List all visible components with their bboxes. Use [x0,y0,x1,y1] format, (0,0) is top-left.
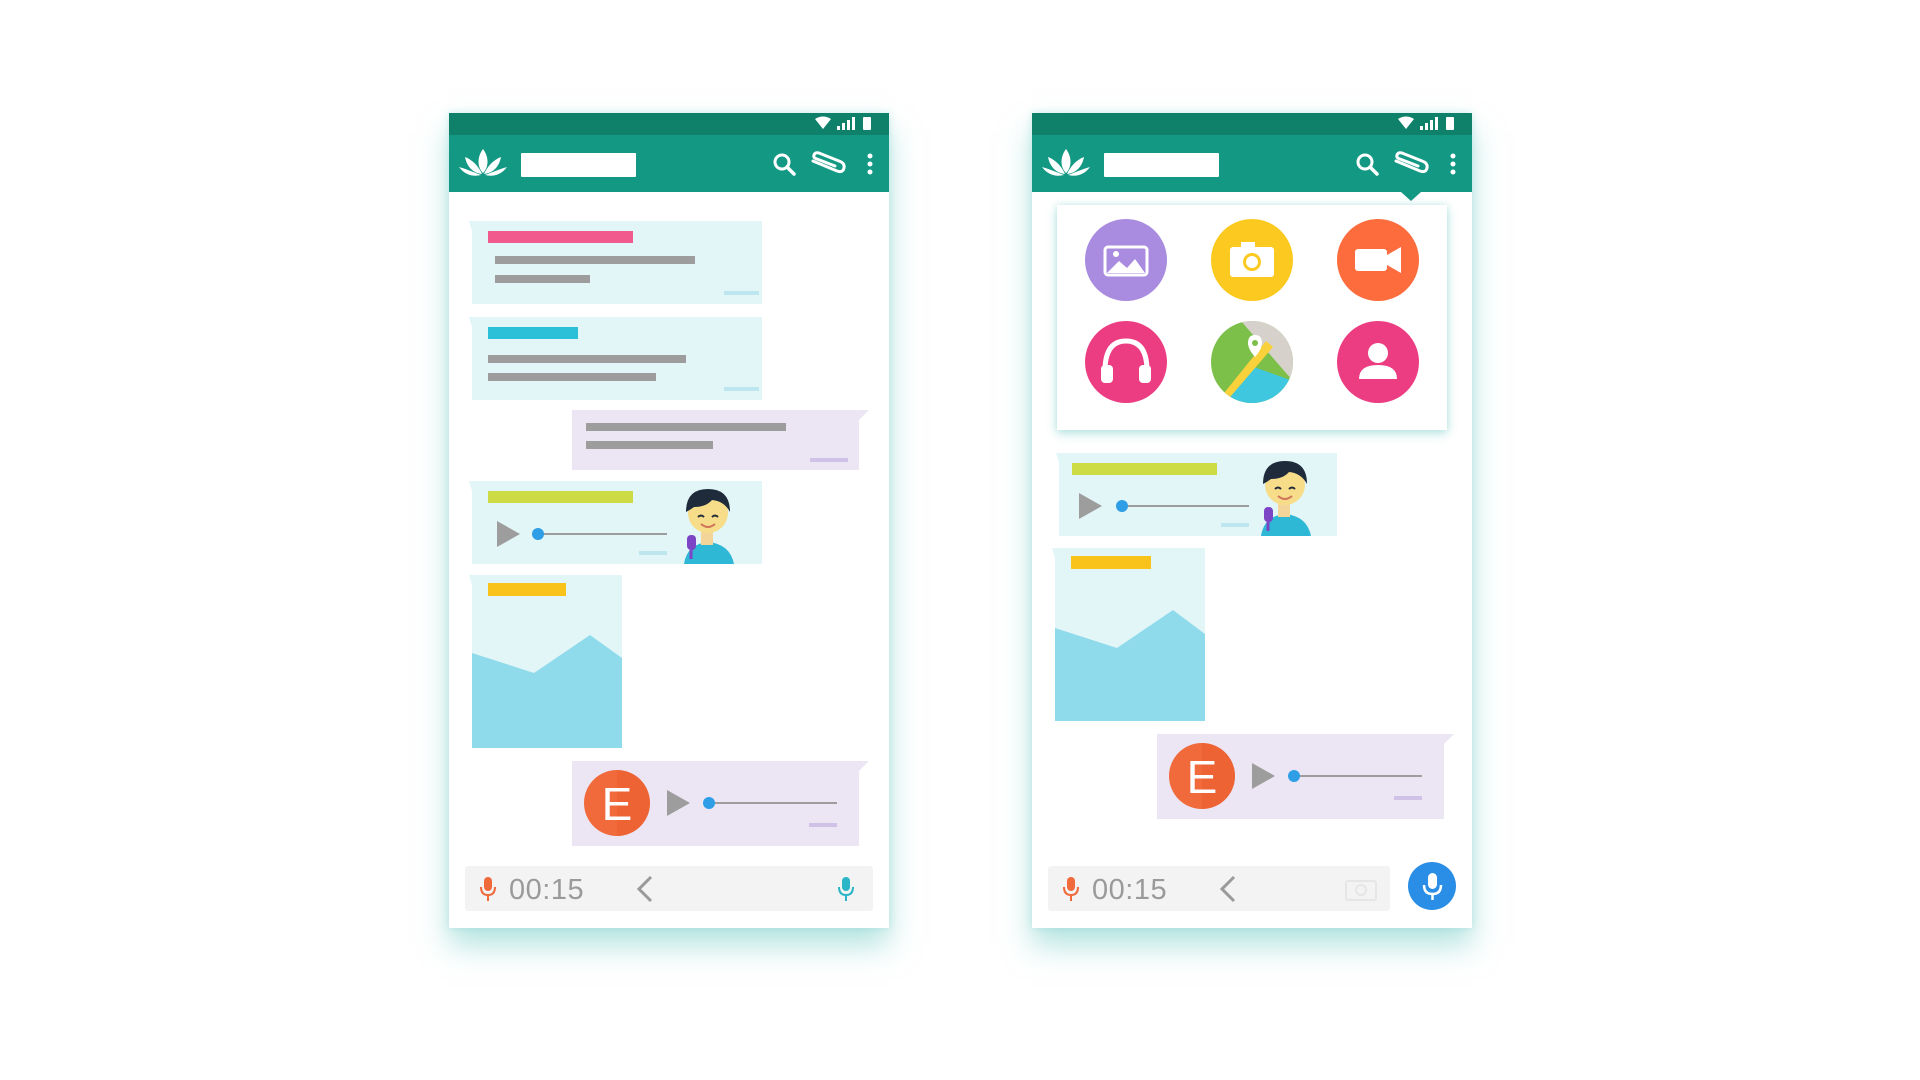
attach-gallery-button[interactable] [1085,219,1167,301]
status-icons [1398,116,1454,130]
status-bar [449,113,889,135]
attach-audio-button[interactable] [1085,321,1167,403]
recording-timer: 00:15 [1092,874,1168,906]
attach-menu-caret [1401,192,1421,201]
outgoing-voice-message[interactable]: E [572,761,869,846]
status-bar [1032,113,1472,135]
chat-title-placeholder [1104,153,1219,177]
incoming-voice-message[interactable] [462,479,762,564]
lotus-logo-icon [1042,149,1090,176]
attach-contact-button[interactable] [1337,321,1419,403]
voice-recording-bar[interactable]: 00:15 [1048,866,1390,911]
incoming-voice-message[interactable] [1049,451,1337,536]
slide-to-cancel-chevron-icon[interactable] [635,874,655,904]
paperclip-icon[interactable] [1390,149,1432,179]
attach-location-button[interactable] [1211,321,1293,403]
mic-icon[interactable] [837,876,855,902]
phone-screen-right: E 00:15 [1032,113,1472,928]
chat-title-placeholder [521,153,636,177]
attach-camera-button[interactable] [1211,219,1293,301]
search-icon[interactable] [1352,149,1382,179]
incoming-message-bubble[interactable] [462,315,762,400]
paperclip-icon[interactable] [807,149,849,179]
outgoing-voice-message[interactable]: E [1157,734,1454,819]
audio-icon [1085,321,1167,403]
gallery-icon [1085,219,1167,301]
video-icon [1337,219,1419,301]
mic-recording-icon [1063,877,1079,901]
outgoing-message-bubble[interactable] [572,410,869,470]
incoming-message-bubble[interactable] [462,219,762,304]
mic-recording-icon [480,877,496,901]
app-bar [449,135,889,192]
record-voice-button[interactable] [1408,862,1456,910]
phone-screen-left: E 00:15 [449,113,889,928]
location-icon [1211,321,1293,403]
lotus-logo-icon [459,149,507,176]
incoming-image-message[interactable] [462,573,622,748]
voice-recording-bar[interactable]: 00:15 [465,866,873,911]
status-icons [815,116,871,130]
camera-icon [1211,219,1293,301]
more-options-icon[interactable] [863,149,877,179]
recording-timer: 00:15 [509,874,585,906]
more-options-icon[interactable] [1446,149,1460,179]
camera-icon[interactable] [1344,876,1378,902]
attach-video-button[interactable] [1337,219,1419,301]
mic-icon [1422,873,1443,900]
incoming-image-message[interactable] [1045,546,1205,721]
contact-icon [1337,321,1419,403]
search-icon[interactable] [769,149,799,179]
avatar-initial: E [1186,751,1218,803]
attachment-menu [1057,205,1447,430]
avatar-initial: E [601,778,633,830]
slide-to-cancel-chevron-icon[interactable] [1218,874,1238,904]
app-bar [1032,135,1472,192]
